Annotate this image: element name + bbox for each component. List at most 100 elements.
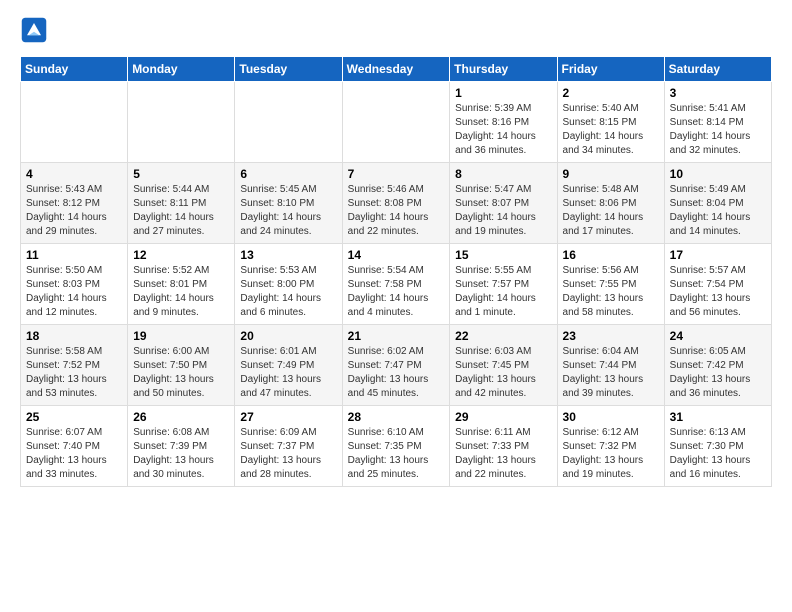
day-number: 31 — [670, 410, 766, 424]
day-header-wednesday: Wednesday — [342, 57, 450, 82]
calendar-cell: 24Sunrise: 6:05 AMSunset: 7:42 PMDayligh… — [664, 325, 771, 406]
day-number: 27 — [240, 410, 336, 424]
day-info: Sunrise: 5:41 AMSunset: 8:14 PMDaylight:… — [670, 102, 766, 158]
calendar-cell: 4Sunrise: 5:43 AMSunset: 8:12 PMDaylight… — [21, 163, 128, 244]
day-number: 7 — [348, 167, 445, 181]
calendar-week-2: 4Sunrise: 5:43 AMSunset: 8:12 PMDaylight… — [21, 163, 772, 244]
day-info: Sunrise: 5:44 AMSunset: 8:11 PMDaylight:… — [133, 183, 229, 239]
day-info: Sunrise: 6:09 AMSunset: 7:37 PMDaylight:… — [240, 426, 336, 482]
calendar-week-4: 18 Sunrise: 5:58 AMSunset: 7:52 PMDayligh… — [21, 325, 772, 406]
day-number: 16 — [563, 248, 659, 262]
day-info: Sunrise: 5:55 AMSunset: 7:57 PMDaylight:… — [455, 264, 551, 320]
calendar-cell: 18 Sunrise: 5:58 AMSunset: 7:52 PMDayligh… — [21, 325, 128, 406]
day-info: Sunrise: 6:08 AMSunset: 7:39 PMDaylight:… — [133, 426, 229, 482]
day-number: 1 — [455, 86, 551, 100]
day-header-monday: Monday — [128, 57, 235, 82]
day-info: Sunrise: 5:57 AMSunset: 7:54 PMDaylight:… — [670, 264, 766, 320]
day-number: 2 — [563, 86, 659, 100]
day-info: Sunrise: 5:47 AMSunset: 8:07 PMDaylight:… — [455, 183, 551, 239]
calendar-cell: 2 Sunrise: 5:40 AMSunset: 8:15 PMDaylight… — [557, 82, 664, 163]
day-info: Sunrise: 5:45 AMSunset: 8:10 PMDaylight:… — [240, 183, 336, 239]
day-info: Sunrise: 6:11 AMSunset: 7:33 PMDaylight:… — [455, 426, 551, 482]
day-info: Sunrise: 5:58 AMSunset: 7:52 PMDaylight:… — [26, 345, 122, 401]
day-number: 3 — [670, 86, 766, 100]
calendar-cell: 6 Sunrise: 5:45 AMSunset: 8:10 PMDaylight… — [235, 163, 342, 244]
calendar-cell: 11 Sunrise: 5:50 AMSunset: 8:03 PMDayligh… — [21, 244, 128, 325]
calendar-cell: 27 Sunrise: 6:09 AMSunset: 7:37 PMDayligh… — [235, 406, 342, 487]
calendar-header-row: SundayMondayTuesdayWednesdayThursdayFrid… — [21, 57, 772, 82]
day-info: Sunrise: 6:07 AMSunset: 7:40 PMDaylight:… — [26, 426, 122, 482]
day-header-tuesday: Tuesday — [235, 57, 342, 82]
calendar-cell — [235, 82, 342, 163]
calendar-cell: 25 Sunrise: 6:07 AMSunset: 7:40 PMDayligh… — [21, 406, 128, 487]
calendar-cell: 26 Sunrise: 6:08 AMSunset: 7:39 PMDayligh… — [128, 406, 235, 487]
calendar-cell: 10 Sunrise: 5:49 AMSunset: 8:04 PMDayligh… — [664, 163, 771, 244]
day-number: 9 — [563, 167, 659, 181]
day-number: 6 — [240, 167, 336, 181]
day-info: Sunrise: 5:49 AMSunset: 8:04 PMDaylight:… — [670, 183, 766, 239]
calendar-cell: 21 Sunrise: 6:02 AMSunset: 7:47 PMDayligh… — [342, 325, 450, 406]
calendar-week-1: 1 Sunrise: 5:39 AMSunset: 8:16 PMDaylight… — [21, 82, 772, 163]
calendar-week-5: 25 Sunrise: 6:07 AMSunset: 7:40 PMDayligh… — [21, 406, 772, 487]
day-info: Sunrise: 6:12 AMSunset: 7:32 PMDaylight:… — [563, 426, 659, 482]
calendar-cell: 28 Sunrise: 6:10 AMSunset: 7:35 PMDayligh… — [342, 406, 450, 487]
day-number: 18 — [26, 329, 122, 343]
calendar-cell: 16 Sunrise: 5:56 AMSunset: 7:55 PMDayligh… — [557, 244, 664, 325]
calendar-cell: 12Sunrise: 5:52 AMSunset: 8:01 PMDayligh… — [128, 244, 235, 325]
day-info: Sunrise: 6:10 AMSunset: 7:35 PMDaylight:… — [348, 426, 445, 482]
calendar-cell: 17 Sunrise: 5:57 AMSunset: 7:54 PMDayligh… — [664, 244, 771, 325]
calendar-cell: 29 Sunrise: 6:11 AMSunset: 7:33 PMDayligh… — [450, 406, 557, 487]
day-number: 26 — [133, 410, 229, 424]
calendar-cell: 23Sunrise: 6:04 AMSunset: 7:44 PMDayligh… — [557, 325, 664, 406]
calendar-cell: 8 Sunrise: 5:47 AMSunset: 8:07 PMDaylight… — [450, 163, 557, 244]
day-number: 12 — [133, 248, 229, 262]
page-header — [20, 16, 772, 44]
day-info: Sunrise: 6:01 AMSunset: 7:49 PMDaylight:… — [240, 345, 336, 401]
day-number: 25 — [26, 410, 122, 424]
calendar-cell: 13 Sunrise: 5:53 AMSunset: 8:00 PMDayligh… — [235, 244, 342, 325]
day-number: 11 — [26, 248, 122, 262]
logo-icon — [20, 16, 48, 44]
day-header-thursday: Thursday — [450, 57, 557, 82]
day-info: Sunrise: 5:40 AMSunset: 8:15 PMDaylight:… — [563, 102, 659, 158]
day-number: 8 — [455, 167, 551, 181]
day-info: Sunrise: 5:56 AMSunset: 7:55 PMDaylight:… — [563, 264, 659, 320]
day-info: Sunrise: 5:50 AMSunset: 8:03 PMDaylight:… — [26, 264, 122, 320]
logo — [20, 16, 50, 44]
calendar-cell: 22 Sunrise: 6:03 AMSunset: 7:45 PMDayligh… — [450, 325, 557, 406]
day-number: 22 — [455, 329, 551, 343]
calendar-cell — [21, 82, 128, 163]
day-info: Sunrise: 5:46 AMSunset: 8:08 PMDaylight:… — [348, 183, 445, 239]
day-info: Sunrise: 6:03 AMSunset: 7:45 PMDaylight:… — [455, 345, 551, 401]
day-number: 21 — [348, 329, 445, 343]
day-info: Sunrise: 6:00 AMSunset: 7:50 PMDaylight:… — [133, 345, 229, 401]
day-number: 19 — [133, 329, 229, 343]
day-number: 13 — [240, 248, 336, 262]
day-info: Sunrise: 5:43 AMSunset: 8:12 PMDaylight:… — [26, 183, 122, 239]
calendar-cell: 14 Sunrise: 5:54 AMSunset: 7:58 PMDayligh… — [342, 244, 450, 325]
day-info: Sunrise: 6:13 AMSunset: 7:30 PMDaylight:… — [670, 426, 766, 482]
day-header-sunday: Sunday — [21, 57, 128, 82]
calendar-cell: 15 Sunrise: 5:55 AMSunset: 7:57 PMDayligh… — [450, 244, 557, 325]
day-info: Sunrise: 6:02 AMSunset: 7:47 PMDaylight:… — [348, 345, 445, 401]
day-number: 28 — [348, 410, 445, 424]
calendar-cell: 31 Sunrise: 6:13 AMSunset: 7:30 PMDayligh… — [664, 406, 771, 487]
calendar-week-3: 11 Sunrise: 5:50 AMSunset: 8:03 PMDayligh… — [21, 244, 772, 325]
day-number: 14 — [348, 248, 445, 262]
day-number: 10 — [670, 167, 766, 181]
calendar-cell: 3 Sunrise: 5:41 AMSunset: 8:14 PMDaylight… — [664, 82, 771, 163]
calendar-cell: 30 Sunrise: 6:12 AMSunset: 7:32 PMDayligh… — [557, 406, 664, 487]
day-number: 29 — [455, 410, 551, 424]
calendar-cell: 5Sunrise: 5:44 AMSunset: 8:11 PMDaylight… — [128, 163, 235, 244]
calendar-cell: 19 Sunrise: 6:00 AMSunset: 7:50 PMDayligh… — [128, 325, 235, 406]
calendar-cell — [342, 82, 450, 163]
day-header-friday: Friday — [557, 57, 664, 82]
day-info: Sunrise: 6:04 AMSunset: 7:44 PMDaylight:… — [563, 345, 659, 401]
day-number: 17 — [670, 248, 766, 262]
day-info: Sunrise: 5:54 AMSunset: 7:58 PMDaylight:… — [348, 264, 445, 320]
day-number: 15 — [455, 248, 551, 262]
calendar-cell: 1 Sunrise: 5:39 AMSunset: 8:16 PMDaylight… — [450, 82, 557, 163]
day-info: Sunrise: 5:39 AMSunset: 8:16 PMDaylight:… — [455, 102, 551, 158]
day-info: Sunrise: 5:53 AMSunset: 8:00 PMDaylight:… — [240, 264, 336, 320]
day-number: 30 — [563, 410, 659, 424]
